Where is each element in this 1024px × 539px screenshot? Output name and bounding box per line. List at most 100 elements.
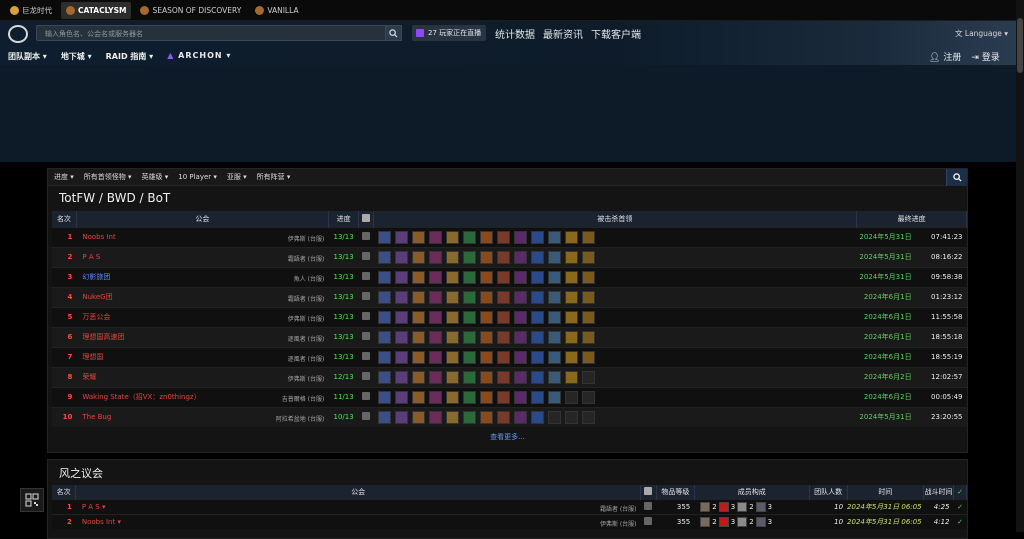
- boss-icon[interactable]: [429, 250, 443, 264]
- guild-link[interactable]: The Bug: [82, 413, 111, 421]
- boss-icon[interactable]: [395, 310, 409, 324]
- boss-icon[interactable]: [497, 290, 511, 304]
- video-icon[interactable]: [361, 232, 370, 240]
- boss-icon[interactable]: [446, 390, 460, 404]
- boss-icon[interactable]: [497, 390, 511, 404]
- boss-icon[interactable]: [548, 270, 562, 284]
- boss-icon[interactable]: [548, 310, 562, 324]
- boss-icon[interactable]: [395, 270, 409, 284]
- table-row[interactable]: 1 Noobs Int 伊弗斯 (台服) 13/13 2024年5月31日 07:41:2…: [52, 226, 967, 247]
- boss-icon[interactable]: [582, 250, 596, 264]
- boss-icon[interactable]: [531, 330, 545, 344]
- video-icon[interactable]: [361, 292, 370, 300]
- table-row[interactable]: 5 万恶公会 伊弗斯 (台服) 13/13 2024年6月1日 11:55:58: [52, 306, 967, 327]
- boss-icon[interactable]: [395, 350, 409, 364]
- boss-icon[interactable]: [582, 330, 596, 344]
- boss-icon[interactable]: [531, 410, 545, 424]
- filter-faction[interactable]: 所有阵营 ▾: [257, 172, 291, 182]
- tab-season-of-discovery[interactable]: SEASON OF DISCOVERY: [135, 2, 246, 19]
- guild-link[interactable]: P A S: [82, 253, 100, 261]
- boss-icon[interactable]: [446, 350, 460, 364]
- boss-icon[interactable]: [480, 250, 494, 264]
- boss-icon[interactable]: [446, 330, 460, 344]
- filter-size[interactable]: 10 Player ▾: [178, 173, 217, 181]
- boss-icon[interactable]: [446, 230, 460, 244]
- boss-icon[interactable]: [463, 390, 477, 404]
- boss-icon[interactable]: [395, 330, 409, 344]
- boss-icon[interactable]: [463, 270, 477, 284]
- boss-icon[interactable]: [429, 390, 443, 404]
- boss-icon[interactable]: [378, 330, 392, 344]
- boss-icon[interactable]: [395, 390, 409, 404]
- boss-icon[interactable]: [446, 270, 460, 284]
- boss-icon[interactable]: [548, 330, 562, 344]
- boss-icon[interactable]: [412, 270, 426, 284]
- search-button[interactable]: [385, 25, 402, 41]
- boss-icon[interactable]: [548, 410, 562, 424]
- boss-icon[interactable]: [582, 350, 596, 364]
- video-icon[interactable]: [361, 352, 370, 360]
- boss-icon[interactable]: [582, 390, 596, 404]
- boss-icon[interactable]: [480, 310, 494, 324]
- boss-icon[interactable]: [565, 410, 579, 424]
- boss-icon[interactable]: [378, 310, 392, 324]
- boss-icon[interactable]: [412, 370, 426, 384]
- boss-icon[interactable]: [497, 270, 511, 284]
- boss-icon[interactable]: [582, 310, 596, 324]
- boss-icon[interactable]: [429, 410, 443, 424]
- boss-icon[interactable]: [565, 370, 579, 384]
- filter-region[interactable]: 亚服 ▾: [227, 172, 247, 182]
- boss-icon[interactable]: [463, 230, 477, 244]
- video-icon[interactable]: [361, 312, 370, 320]
- boss-icon[interactable]: [497, 410, 511, 424]
- boss-icon[interactable]: [429, 350, 443, 364]
- boss-icon[interactable]: [548, 370, 562, 384]
- boss-icon[interactable]: [514, 410, 528, 424]
- boss-icon[interactable]: [378, 270, 392, 284]
- boss-icon[interactable]: [412, 230, 426, 244]
- boss-icon[interactable]: [514, 230, 528, 244]
- boss-icon[interactable]: [463, 410, 477, 424]
- video-icon[interactable]: [361, 272, 370, 280]
- filter-difficulty[interactable]: 英雄级 ▾: [142, 172, 169, 182]
- filter-metric[interactable]: 进度 ▾: [54, 172, 74, 182]
- boss-icon[interactable]: [412, 250, 426, 264]
- boss-icon[interactable]: [497, 350, 511, 364]
- nav-download-client[interactable]: 下载客户端: [591, 26, 641, 41]
- boss-icon[interactable]: [565, 390, 579, 404]
- qr-code-button[interactable]: [20, 488, 44, 512]
- boss-icon[interactable]: [463, 370, 477, 384]
- boss-icon[interactable]: [378, 230, 392, 244]
- video-icon[interactable]: [644, 501, 653, 510]
- boss-icon[interactable]: [378, 410, 392, 424]
- boss-icon[interactable]: [514, 390, 528, 404]
- boss-icon[interactable]: [548, 350, 562, 364]
- boss-icon[interactable]: [463, 290, 477, 304]
- nav-raid-guide[interactable]: RAID 指南 ▾: [106, 51, 154, 62]
- boss-icon[interactable]: [378, 350, 392, 364]
- boss-icon[interactable]: [446, 250, 460, 264]
- boss-icon[interactable]: [429, 270, 443, 284]
- boss-icon[interactable]: [531, 230, 545, 244]
- boss-icon[interactable]: [480, 270, 494, 284]
- table-row[interactable]: 2 Noobs Int ▾ 伊弗斯 (台服) 355 2 3 2 3 10 2024年5月31日 …: [52, 513, 967, 529]
- boss-icon[interactable]: [531, 290, 545, 304]
- filter-boss[interactable]: 所有首领怪物 ▾: [84, 172, 132, 182]
- video-icon[interactable]: [361, 332, 370, 340]
- boss-icon[interactable]: [429, 370, 443, 384]
- boss-icon[interactable]: [565, 310, 579, 324]
- boss-icon[interactable]: [497, 310, 511, 324]
- boss-icon[interactable]: [531, 310, 545, 324]
- login-link[interactable]: ⇥ 登录: [971, 50, 999, 63]
- boss-icon[interactable]: [480, 330, 494, 344]
- guild-link[interactable]: Noobs Int: [82, 233, 115, 241]
- boss-icon[interactable]: [497, 370, 511, 384]
- boss-icon[interactable]: [395, 410, 409, 424]
- table-row[interactable]: 7 理想国 逐風者 (台服) 13/13 2024年6月1日 18:55:19: [52, 346, 967, 367]
- table-row[interactable]: 10 The Bug 阿拉希盆地 (台服) 10/13 2024年5月31日 23:20:…: [52, 406, 967, 427]
- video-icon[interactable]: [361, 412, 370, 421]
- boss-icon[interactable]: [412, 330, 426, 344]
- boss-icon[interactable]: [582, 230, 596, 244]
- guild-link[interactable]: 理想国: [82, 353, 103, 361]
- register-link[interactable]: 👤︎ 注册: [929, 50, 961, 63]
